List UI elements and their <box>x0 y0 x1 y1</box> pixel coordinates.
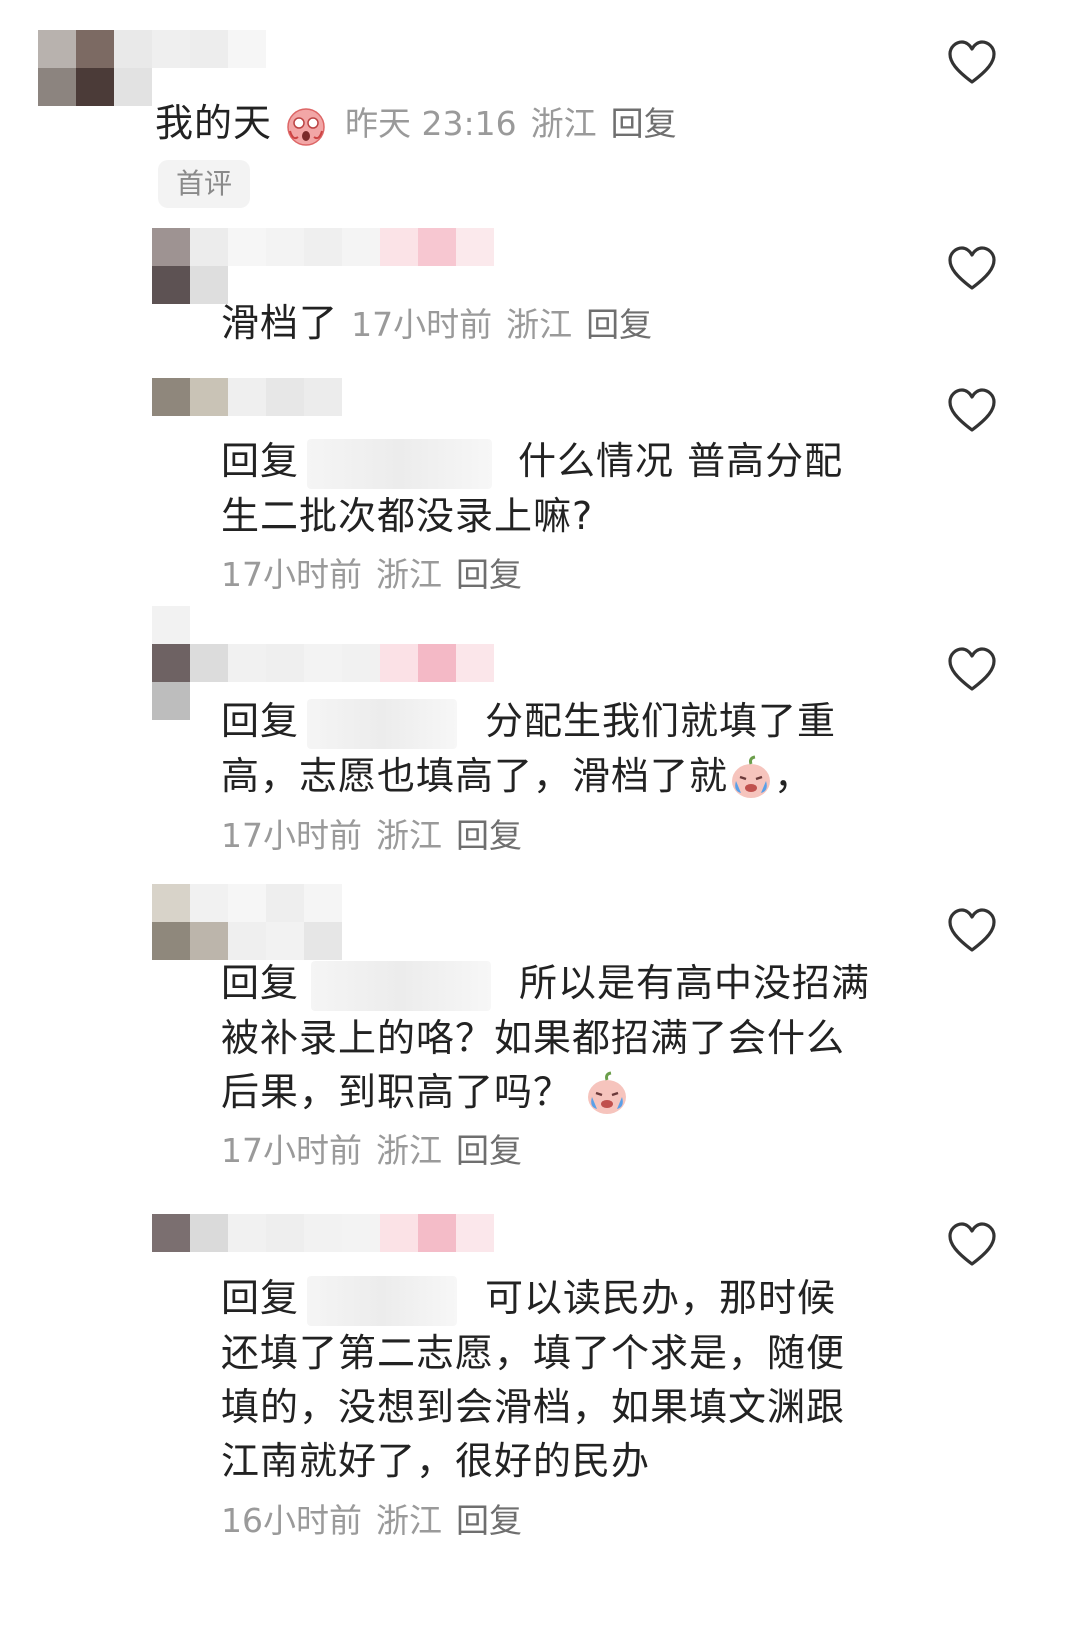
reply-location: 浙江 <box>376 816 442 855</box>
reply-meta: 17小时前 浙江 回复 <box>351 305 652 344</box>
reply-prefix: 回复 <box>221 961 300 1005</box>
reply-button[interactable]: 回复 <box>456 1501 522 1540</box>
first-comment-badge: 首评 <box>158 160 251 208</box>
reply-time: 16小时前 <box>221 1501 362 1540</box>
like-heart-icon[interactable] <box>946 1220 998 1272</box>
reply-button[interactable]: 回复 <box>611 104 677 143</box>
comment-time: 昨天 23:16 <box>345 104 517 143</box>
like-heart-icon[interactable] <box>946 906 998 958</box>
reply-location: 浙江 <box>506 305 573 344</box>
reply-meta: 16小时前 浙江 回复 <box>221 1499 522 1543</box>
reply-prefix: 回复 <box>221 439 300 483</box>
reply-body: 回复 所以是有高中没招满 被补录上的咯？如果都招满了会什么 后果，到职高了吗？ <box>221 956 921 1119</box>
reply-body: 回复 分配生我们就填了重 高，志愿也填高了，滑档了就 ， <box>221 694 901 803</box>
reply-line-1: 分配生我们就填了重 <box>485 699 837 743</box>
reply-avatar-name[interactable] <box>152 378 342 416</box>
reply-line-3: 填的，没想到会滑档，如果填文渊跟 <box>221 1384 846 1429</box>
like-heart-icon[interactable] <box>946 645 998 697</box>
crying-emoji-icon <box>588 1071 627 1114</box>
reply-line-2: 高，志愿也填高了，滑档了就 <box>221 753 729 798</box>
mentioned-user[interactable] <box>307 1275 458 1326</box>
reply-button[interactable]: 回复 <box>456 555 522 594</box>
reply-location: 浙江 <box>376 1501 442 1540</box>
avatar[interactable] <box>38 30 266 106</box>
like-heart-icon[interactable] <box>946 244 998 296</box>
reply-location: 浙江 <box>376 1131 442 1170</box>
reply-prefix: 回复 <box>221 1276 300 1320</box>
reply-line-1: 所以是有高中没招满 <box>519 961 871 1005</box>
reply-line: 滑档了 17小时前 浙江 回复 <box>221 296 652 350</box>
scream-emoji-icon <box>287 107 325 146</box>
reply-meta: 17小时前 浙江 回复 <box>221 814 522 858</box>
reply-line-2: 生二批次都没录上嘛? <box>221 493 594 538</box>
comment-body: 我的天 <box>155 101 273 145</box>
reply-time: 17小时前 <box>221 555 362 594</box>
comment-text: 我的天 <box>155 96 327 150</box>
reply-body: 回复 什么情况 普高分配 生二批次都没录上嘛? <box>221 434 901 543</box>
reply-avatar-name[interactable] <box>152 228 494 304</box>
reply-avatar-name[interactable] <box>152 884 342 960</box>
mentioned-user[interactable] <box>307 438 493 489</box>
reply-prefix: 回复 <box>221 699 300 743</box>
reply-meta: 17小时前 浙江 回复 <box>221 553 522 597</box>
reply-button[interactable]: 回复 <box>456 1131 522 1170</box>
reply-body: 滑档了 <box>221 301 339 345</box>
reply-avatar-name[interactable] <box>152 1214 494 1252</box>
like-heart-icon[interactable] <box>946 38 998 90</box>
reply-line-2: 被补录上的咯？如果都招满了会什么 <box>221 1015 846 1060</box>
reply-line-1: 可以读民办，那时候 <box>485 1276 837 1320</box>
reply-line-4: 江南就好了，很好的民办 <box>221 1438 651 1483</box>
reply-line-3: 后果，到职高了吗？ <box>221 1069 573 1114</box>
reply-location: 浙江 <box>376 555 442 594</box>
mentioned-user[interactable] <box>307 698 458 749</box>
reply-meta: 17小时前 浙江 回复 <box>221 1129 522 1173</box>
reply-time: 17小时前 <box>221 1131 362 1170</box>
comment-meta: 昨天 23:16 浙江 回复 <box>345 102 677 146</box>
crying-emoji-icon <box>732 755 771 798</box>
reply-line-2: 还填了第二志愿，填了个求是，随便 <box>221 1330 846 1375</box>
comment-location: 浙江 <box>530 104 597 143</box>
reply-button[interactable]: 回复 <box>456 816 522 855</box>
like-heart-icon[interactable] <box>946 386 998 438</box>
mentioned-user[interactable] <box>311 960 492 1011</box>
reply-line-2-tail: ， <box>774 753 814 798</box>
reply-body: 回复 可以读民办，那时候 还填了第二志愿，填了个求是，随便 填的，没想到会滑档，如… <box>221 1271 921 1488</box>
reply-button[interactable]: 回复 <box>586 305 652 344</box>
reply-line-1: 什么情况 普高分配 <box>518 439 844 483</box>
reply-time: 17小时前 <box>221 816 362 855</box>
reply-time: 17小时前 <box>351 305 493 344</box>
